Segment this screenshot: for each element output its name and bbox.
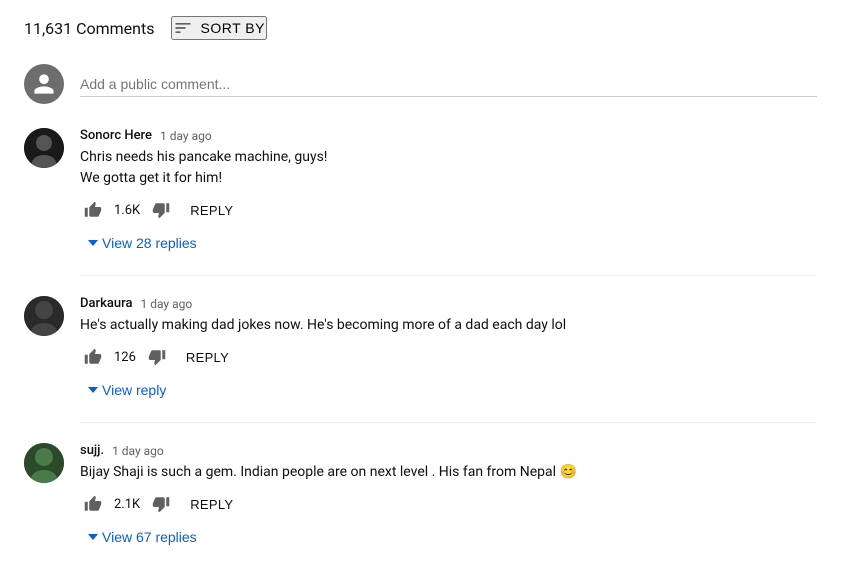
comment-time: 1 day ago bbox=[112, 444, 164, 458]
view-replies-label: View 28 replies bbox=[102, 235, 197, 251]
chevron-down-icon bbox=[88, 387, 98, 393]
table-row: Sonorc Here 1 day ago Chris needs his pa… bbox=[24, 128, 817, 255]
like-count: 2.1K bbox=[114, 497, 140, 512]
view-replies-button[interactable]: View 28 replies bbox=[80, 231, 205, 255]
add-comment-row bbox=[24, 64, 817, 104]
comment-line2: We gotta get it for him! bbox=[80, 170, 222, 186]
comment-time: 1 day ago bbox=[160, 129, 212, 143]
comment-body: sujj. 1 day ago Bijay Shaji is such a ge… bbox=[80, 443, 817, 549]
comment-actions: 126 REPLY bbox=[80, 344, 817, 370]
sort-icon bbox=[173, 18, 193, 38]
view-replies-button[interactable]: View reply bbox=[80, 378, 174, 402]
dislike-button[interactable] bbox=[148, 197, 174, 223]
chevron-down-icon bbox=[88, 534, 98, 540]
current-user-avatar bbox=[24, 64, 64, 104]
thumbs-up-icon bbox=[84, 348, 102, 366]
comment-time: 1 day ago bbox=[140, 297, 192, 311]
divider bbox=[80, 275, 817, 276]
table-row: Darkaura 1 day ago He's actually making … bbox=[24, 296, 817, 402]
comment-text: Bijay Shaji is such a gem. Indian people… bbox=[80, 462, 817, 483]
avatar bbox=[24, 128, 64, 168]
comment-input[interactable] bbox=[80, 72, 817, 97]
comment-line1: Chris needs his pancake machine, guys! bbox=[80, 149, 327, 165]
thumbs-up-icon bbox=[84, 201, 102, 219]
view-replies-label: View 67 replies bbox=[102, 529, 197, 545]
comment-meta: Darkaura 1 day ago bbox=[80, 296, 817, 311]
avatar bbox=[24, 296, 64, 336]
thumbs-up-icon bbox=[84, 495, 102, 513]
comment-actions: 1.6K REPLY bbox=[80, 197, 817, 223]
comment-line1: Bijay Shaji is such a gem. Indian people… bbox=[80, 464, 577, 480]
comment-text: Chris needs his pancake machine, guys! W… bbox=[80, 147, 817, 189]
comment-line1: He's actually making dad jokes now. He's… bbox=[80, 317, 566, 333]
view-replies-label: View reply bbox=[102, 382, 166, 398]
comment-author: Darkaura bbox=[80, 296, 132, 311]
like-button[interactable] bbox=[80, 344, 106, 370]
table-row: sujj. 1 day ago Bijay Shaji is such a ge… bbox=[24, 443, 817, 549]
like-button[interactable] bbox=[80, 491, 106, 517]
comment-meta: sujj. 1 day ago bbox=[80, 443, 817, 458]
thumbs-down-icon bbox=[152, 201, 170, 219]
reply-button[interactable]: REPLY bbox=[182, 199, 241, 222]
like-button[interactable] bbox=[80, 197, 106, 223]
avatar bbox=[24, 443, 64, 483]
thumbs-down-icon bbox=[152, 495, 170, 513]
view-replies-button[interactable]: View 67 replies bbox=[80, 525, 205, 549]
comment-meta: Sonorc Here 1 day ago bbox=[80, 128, 817, 143]
sort-by-label: SORT BY bbox=[201, 20, 265, 36]
thumbs-down-icon bbox=[148, 348, 166, 366]
divider bbox=[80, 422, 817, 423]
comment-author: sujj. bbox=[80, 443, 104, 458]
dislike-button[interactable] bbox=[144, 344, 170, 370]
dislike-button[interactable] bbox=[148, 491, 174, 517]
like-count: 1.6K bbox=[114, 203, 140, 218]
comment-text: He's actually making dad jokes now. He's… bbox=[80, 315, 817, 336]
comment-author: Sonorc Here bbox=[80, 128, 152, 143]
reply-button[interactable]: REPLY bbox=[178, 346, 237, 369]
sort-by-button[interactable]: SORT BY bbox=[171, 16, 267, 40]
comments-list: Sonorc Here 1 day ago Chris needs his pa… bbox=[24, 128, 817, 549]
comment-actions: 2.1K REPLY bbox=[80, 491, 817, 517]
comments-header: 11,631 Comments SORT BY bbox=[24, 16, 817, 40]
chevron-down-icon bbox=[88, 240, 98, 246]
like-count: 126 bbox=[114, 350, 136, 365]
user-icon bbox=[32, 72, 56, 96]
comment-body: Sonorc Here 1 day ago Chris needs his pa… bbox=[80, 128, 817, 255]
comments-count: 11,631 Comments bbox=[24, 19, 155, 38]
reply-button[interactable]: REPLY bbox=[182, 493, 241, 516]
comment-body: Darkaura 1 day ago He's actually making … bbox=[80, 296, 817, 402]
